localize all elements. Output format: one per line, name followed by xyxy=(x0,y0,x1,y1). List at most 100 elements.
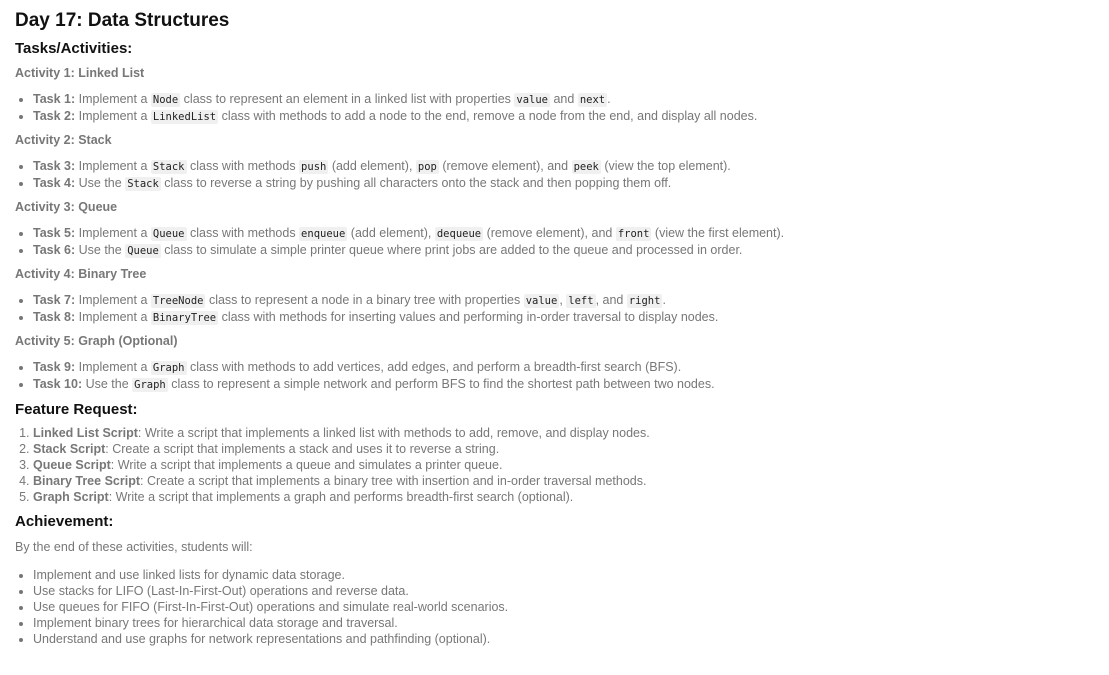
inline-code: value xyxy=(523,294,560,308)
inline-code: value xyxy=(514,93,550,107)
task-text: class with methods for inserting values … xyxy=(218,310,719,324)
inline-code: left xyxy=(566,294,596,308)
achievement-list: Implement and use linked lists for dynam… xyxy=(15,567,1109,647)
activity-block: Activity 4: Binary Tree Task 7: Implement… xyxy=(15,267,1109,326)
feature-text: : Create a script that implements a bina… xyxy=(140,474,647,488)
achievement-item: Implement binary trees for hierarchical … xyxy=(33,615,1109,631)
feature-label: Graph Script xyxy=(33,490,109,504)
inline-code: peek xyxy=(571,160,601,174)
inline-code: push xyxy=(299,160,329,174)
activity-block: Activity 5: Graph (Optional) Task 9: Impl… xyxy=(15,334,1109,393)
feature-text: : Write a script that implements a graph… xyxy=(108,490,574,504)
task-text: class to represent a simple network and … xyxy=(167,377,715,391)
activity-block: Activity 3: Queue Task 5: Implement a Que… xyxy=(15,200,1109,259)
task-label: Task 3: xyxy=(33,159,76,173)
task-label: Task 8: xyxy=(33,310,76,324)
feature-text: : Write a script that implements a linke… xyxy=(137,426,650,440)
feature-item: Binary Tree Script: Create a script that… xyxy=(33,473,1109,489)
feature-label: Stack Script xyxy=(33,442,106,456)
inline-code: Stack xyxy=(150,160,187,174)
inline-code: Graph xyxy=(150,361,187,375)
task-text: Implement a xyxy=(75,92,151,106)
task-text: . xyxy=(607,92,611,106)
task-text: class to represent an element in a linke… xyxy=(180,92,515,106)
inline-code: Node xyxy=(150,93,181,107)
activity-heading: Activity 2: Stack xyxy=(15,133,112,147)
inline-code: Graph xyxy=(132,378,168,392)
task-item: Task 8: Implement a BinaryTree class wit… xyxy=(33,309,1109,326)
task-text: class to reverse a string by pushing all… xyxy=(160,176,672,190)
feature-request-heading: Feature Request: xyxy=(15,401,138,418)
activity-block: Activity 1: Linked List Task 1: Implement… xyxy=(15,66,1109,125)
inline-code: BinaryTree xyxy=(150,311,219,325)
task-label: Task 4: xyxy=(33,176,76,190)
task-text: class to simulate a simple printer queue… xyxy=(160,243,743,257)
inline-code: enqueue xyxy=(299,227,348,241)
activity-heading: Activity 4: Binary Tree xyxy=(15,267,147,281)
task-label: Task 10: xyxy=(33,377,83,391)
inline-code: Stack xyxy=(125,177,161,191)
task-label: Task 9: xyxy=(33,360,76,374)
task-list: Task 3: Implement a Stack class with met… xyxy=(15,158,1109,192)
task-list: Task 7: Implement a TreeNode class to re… xyxy=(15,292,1109,326)
task-text: Implement a xyxy=(75,109,151,123)
task-item: Task 6: Use the Queue class to simulate … xyxy=(33,242,1109,259)
inline-code: front xyxy=(615,227,652,241)
task-text: . xyxy=(662,293,666,307)
task-text: class with methods xyxy=(186,159,300,173)
task-text: Implement a xyxy=(75,310,151,324)
feature-list: Linked List Script: Write a script that … xyxy=(15,425,1109,505)
task-text: (add element), xyxy=(347,226,435,240)
activity-heading: Activity 1: Linked List xyxy=(15,66,145,80)
task-list: Task 1: Implement a Node class to repres… xyxy=(15,91,1109,125)
task-text: (remove element), and xyxy=(483,226,616,240)
task-text: Use the xyxy=(75,243,126,257)
feature-label: Linked List Script xyxy=(33,426,138,440)
task-list: Task 5: Implement a Queue class with met… xyxy=(15,225,1109,259)
task-text: (add element), xyxy=(328,159,416,173)
inline-code: TreeNode xyxy=(150,294,206,308)
task-text: (remove element), and xyxy=(438,159,572,173)
activities-section: Activity 1: Linked List Task 1: Implement… xyxy=(15,66,1109,393)
achievement-item: Implement and use linked lists for dynam… xyxy=(33,567,1109,583)
inline-code: next xyxy=(577,93,608,107)
task-item: Task 7: Implement a TreeNode class to re… xyxy=(33,292,1109,309)
task-item: Task 3: Implement a Stack class with met… xyxy=(33,158,1109,175)
task-text: Use the xyxy=(82,377,133,391)
task-text: Implement a xyxy=(75,226,151,240)
inline-code: right xyxy=(626,294,663,308)
achievement-item: Use stacks for LIFO (Last-In-First-Out) … xyxy=(33,583,1109,599)
page-title: Day 17: Data Structures xyxy=(15,10,230,31)
activity-block: Activity 2: Stack Task 3: Implement a Sta… xyxy=(15,133,1109,192)
feature-text: : Write a script that implements a queue… xyxy=(110,458,503,472)
task-text: , and xyxy=(595,293,627,307)
task-text: (view the top element). xyxy=(600,159,731,173)
activity-heading: Activity 3: Queue xyxy=(15,200,118,214)
feature-item: Linked List Script: Write a script that … xyxy=(33,425,1109,441)
task-list: Task 9: Implement a Graph class with met… xyxy=(15,359,1109,393)
document: Day 17: Data Structures Tasks/Activities… xyxy=(0,0,1109,647)
achievement-item: Understand and use graphs for network re… xyxy=(33,631,1109,647)
task-item: Task 5: Implement a Queue class with met… xyxy=(33,225,1109,242)
inline-code: dequeue xyxy=(434,227,484,241)
task-item: Task 4: Use the Stack class to reverse a… xyxy=(33,175,1109,192)
feature-text: : Create a script that implements a stac… xyxy=(105,442,500,456)
feature-item: Graph Script: Write a script that implem… xyxy=(33,489,1109,505)
feature-item: Stack Script: Create a script that imple… xyxy=(33,441,1109,457)
task-text: (view the first element). xyxy=(651,226,785,240)
task-label: Task 7: xyxy=(33,293,76,307)
task-label: Task 6: xyxy=(33,243,76,257)
inline-code: Queue xyxy=(125,244,161,258)
task-text: class with methods to add vertices, add … xyxy=(186,360,682,374)
task-item: Task 1: Implement a Node class to repres… xyxy=(33,91,1109,108)
achievement-item: Use queues for FIFO (First-In-First-Out)… xyxy=(33,599,1109,615)
inline-code: Queue xyxy=(150,227,187,241)
task-text: Implement a xyxy=(75,360,151,374)
task-text: Implement a xyxy=(75,159,151,173)
achievement-intro: By the end of these activities, students… xyxy=(15,540,253,554)
activity-heading: Activity 5: Graph (Optional) xyxy=(15,334,178,348)
task-label: Task 1: xyxy=(33,92,76,106)
task-text: Use the xyxy=(75,176,126,190)
task-text: and xyxy=(550,92,578,106)
task-item: Task 9: Implement a Graph class with met… xyxy=(33,359,1109,376)
